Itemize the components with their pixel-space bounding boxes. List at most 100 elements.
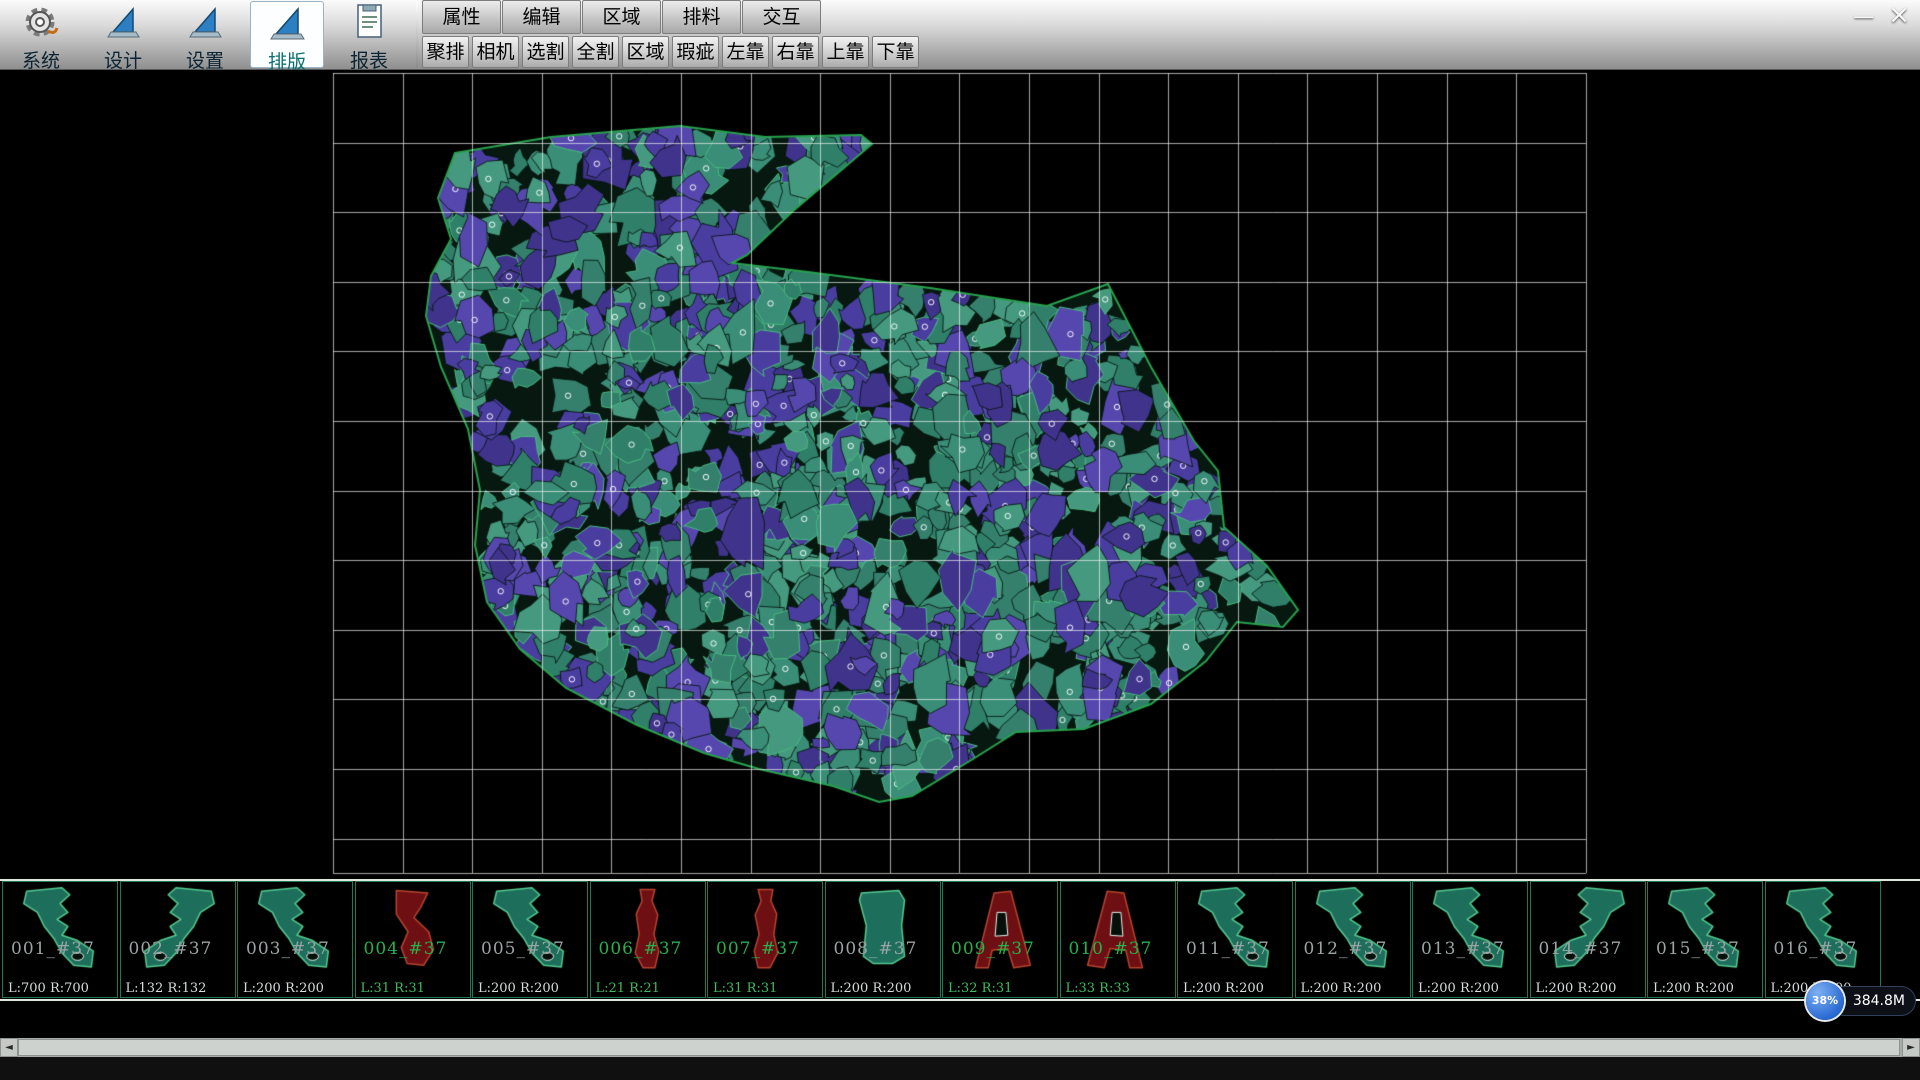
set-square-icon bbox=[86, 2, 160, 46]
piece-thumbnail-012_#37[interactable]: 012_#37L:200 R:200 bbox=[1295, 881, 1411, 998]
piece-shape-preview bbox=[943, 882, 1057, 980]
piece-id-label: 004_#37 bbox=[364, 939, 448, 959]
piece-lr-count: L:200 R:200 bbox=[1536, 981, 1617, 996]
mode-system-button[interactable]: 系统 bbox=[4, 1, 78, 68]
mode-settings-button[interactable]: 设置 bbox=[168, 1, 242, 68]
mode-layout-button[interactable]: 排版 bbox=[250, 1, 324, 68]
piece-thumbnail-011_#37[interactable]: 011_#37 L:200 R:200 bbox=[1177, 881, 1293, 998]
piece-thumbnail-016_#37[interactable]: 016_#37L:200 R:200 bbox=[1765, 881, 1881, 998]
progress-percent: 38% bbox=[1806, 982, 1844, 1020]
gear-icon bbox=[4, 2, 78, 46]
piece-id-label: 005_#37 bbox=[481, 939, 565, 959]
piece-thumbnail-002_#37[interactable]: 002_#37 L:132 R:132 bbox=[120, 881, 236, 998]
piece-thumbnail-005_#37[interactable]: 005_#37 L:200 R:200 bbox=[472, 881, 588, 998]
bottom-filler bbox=[0, 1057, 1920, 1080]
toolbar-separator bbox=[416, 2, 418, 68]
piece-shape-preview bbox=[356, 882, 470, 980]
piece-thumbnail-010_#37[interactable]: 010_#37 L:33 R:33 bbox=[1060, 881, 1176, 998]
set-square-icon bbox=[168, 2, 242, 46]
piece-id-label: 007_#37 bbox=[716, 939, 800, 959]
piece-id-label: 009_#37 bbox=[951, 939, 1035, 959]
piece-thumbnail-001_#37[interactable]: 001_#37L:700 R:700 bbox=[2, 881, 118, 998]
tool-cluster-nest-button[interactable]: 聚排 bbox=[422, 36, 469, 68]
piece-shape-preview bbox=[121, 882, 235, 980]
mode-design-button[interactable]: 设计 bbox=[86, 1, 160, 68]
tool-align-top-button[interactable]: 上靠 bbox=[822, 36, 869, 68]
piece-thumbnail-003_#37[interactable]: 003_#37 L:200 R:200 bbox=[237, 881, 353, 998]
piece-shape-preview bbox=[473, 882, 587, 980]
nesting-viewport[interactable] bbox=[0, 70, 1920, 879]
piece-thumbnail-007_#37[interactable]: 007_#37 L:31 R:31 bbox=[707, 881, 823, 998]
piece-lr-count: L:200 R:200 bbox=[243, 981, 324, 996]
minimize-button[interactable]: — bbox=[1853, 4, 1874, 28]
tool-camera-button[interactable]: 相机 bbox=[472, 36, 519, 68]
mode-label: 排版 bbox=[268, 51, 306, 73]
menu-tab-nesting[interactable]: 排料 bbox=[662, 0, 741, 34]
tool-align-left-button[interactable]: 左靠 bbox=[722, 36, 769, 68]
piece-lr-count: L:32 R:31 bbox=[948, 981, 1012, 996]
piece-thumbnail-004_#37[interactable]: 004_#37 L:31 R:31 bbox=[355, 881, 471, 998]
piece-id-label: 011_#37 bbox=[1186, 939, 1270, 959]
scroll-left-arrow[interactable]: ◄ bbox=[0, 1038, 18, 1057]
horizontal-scrollbar[interactable]: ◄ ► bbox=[0, 1038, 1920, 1057]
piece-shape-preview bbox=[1296, 882, 1410, 980]
tool-defect-button[interactable]: 瑕疵 bbox=[672, 36, 719, 68]
piece-shape-preview bbox=[3, 882, 117, 980]
piece-shape-preview bbox=[1178, 882, 1292, 980]
mode-label: 系统 bbox=[22, 50, 60, 72]
piece-shape-preview bbox=[1061, 882, 1175, 980]
piece-lr-count: L:21 R:21 bbox=[596, 981, 660, 996]
piece-lr-count: L:200 R:200 bbox=[1653, 981, 1734, 996]
piece-lr-count: L:31 R:31 bbox=[361, 981, 425, 996]
mode-label: 报表 bbox=[350, 50, 388, 72]
piece-thumbnail-015_#37[interactable]: 015_#37 L:200 R:200 bbox=[1647, 881, 1763, 998]
piece-shape-preview bbox=[826, 882, 940, 980]
piece-id-label: 006_#37 bbox=[599, 939, 683, 959]
tool-cut-all-button[interactable]: 全割 bbox=[572, 36, 619, 68]
piece-shape-preview bbox=[238, 882, 352, 980]
tool-region-button[interactable]: 区域 bbox=[622, 36, 669, 68]
tool-align-right-button[interactable]: 右靠 bbox=[772, 36, 819, 68]
piece-lr-count: L:33 R:33 bbox=[1066, 981, 1130, 996]
menu-tab-properties[interactable]: 属性 bbox=[422, 0, 501, 34]
scroll-right-arrow[interactable]: ► bbox=[1902, 1038, 1920, 1057]
progress-badge: 384.8M 38% bbox=[1806, 982, 1916, 1020]
piece-id-label: 012_#37 bbox=[1304, 939, 1388, 959]
window-controls: — × bbox=[1853, 4, 1910, 28]
piece-id-label: 015_#37 bbox=[1656, 939, 1740, 959]
piece-id-label: 014_#37 bbox=[1539, 939, 1623, 959]
close-button[interactable]: × bbox=[1888, 4, 1910, 28]
menu-tab-region[interactable]: 区域 bbox=[582, 0, 661, 34]
piece-shape-preview bbox=[1766, 882, 1880, 980]
scrollbar-thumb[interactable] bbox=[18, 1039, 1900, 1056]
menu-tab-edit[interactable]: 编辑 bbox=[502, 0, 581, 34]
tool-select-cut-button[interactable]: 选割 bbox=[522, 36, 569, 68]
piece-id-label: 002_#37 bbox=[129, 939, 213, 959]
piece-lr-count: L:200 R:200 bbox=[478, 981, 559, 996]
piece-thumbnail-strip: 001_#37L:700 R:700 002_#37 L:132 R:132 003_… bbox=[0, 879, 1920, 1001]
piece-id-label: 013_#37 bbox=[1421, 939, 1505, 959]
piece-thumbnail-006_#37[interactable]: 006_#37 L:21 R:21 bbox=[590, 881, 706, 998]
piece-lr-count: L:31 R:31 bbox=[713, 981, 777, 996]
piece-id-label: 003_#37 bbox=[246, 939, 330, 959]
tool-button-row: 聚排 相机 选割 全割 区域 瑕疵 左靠 右靠 上靠 下靠 bbox=[422, 36, 922, 68]
mode-label: 设置 bbox=[186, 50, 224, 72]
piece-shape-preview bbox=[1531, 882, 1645, 980]
menu-tab-row: 属性 编辑 区域 排料 交互 bbox=[422, 0, 822, 34]
piece-lr-count: L:200 R:200 bbox=[1418, 981, 1499, 996]
piece-id-label: 010_#37 bbox=[1069, 939, 1153, 959]
piece-shape-preview bbox=[708, 882, 822, 980]
mode-report-button[interactable]: 报表 bbox=[332, 1, 406, 68]
piece-thumbnail-013_#37[interactable]: 013_#37 L:200 R:200 bbox=[1412, 881, 1528, 998]
piece-lr-count: L:200 R:200 bbox=[1183, 981, 1264, 996]
mode-label: 设计 bbox=[104, 50, 142, 72]
piece-lr-count: L:132 R:132 bbox=[126, 981, 207, 996]
tool-align-bottom-button[interactable]: 下靠 bbox=[872, 36, 919, 68]
piece-id-label: 008_#37 bbox=[834, 939, 918, 959]
menu-tab-interactive[interactable]: 交互 bbox=[742, 0, 821, 34]
piece-lr-count: L:200 R:200 bbox=[831, 981, 912, 996]
set-square-icon bbox=[251, 3, 323, 47]
piece-thumbnail-008_#37[interactable]: 008_#37 L:200 R:200 bbox=[825, 881, 941, 998]
piece-thumbnail-009_#37[interactable]: 009_#37 L:32 R:31 bbox=[942, 881, 1058, 998]
piece-thumbnail-014_#37[interactable]: 014_#37 L:200 R:200 bbox=[1530, 881, 1646, 998]
